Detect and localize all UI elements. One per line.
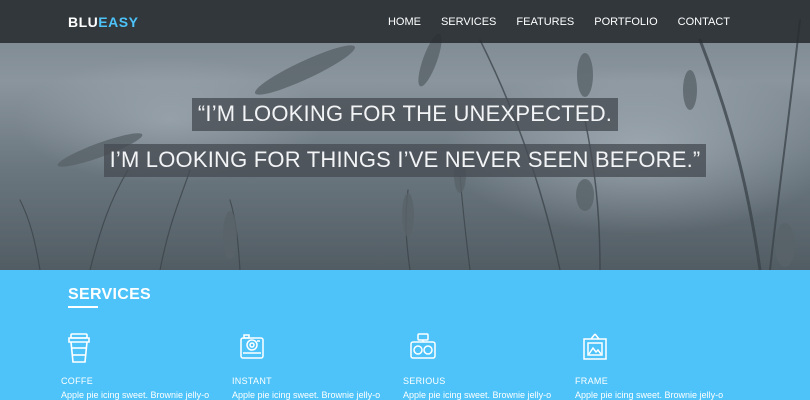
cup-icon — [61, 332, 231, 363]
nav-item-contact[interactable]: CONTACT — [678, 16, 730, 28]
service-desc: Apple pie icing sweet. Brownie jelly-o — [232, 390, 381, 400]
nav-item-services[interactable]: SERVICES — [441, 16, 496, 28]
service-name: FRAME — [575, 376, 608, 386]
nav-item-portfolio[interactable]: PORTFOLIO — [594, 16, 657, 28]
picture-frame-icon — [575, 332, 745, 362]
service-item-coffe: COFFE Apple pie icing sweet. Brownie jel… — [61, 332, 231, 400]
service-name: SERIOUS — [403, 376, 446, 386]
services-section: SERVICES COFFE Apple pie icing sweet. Br… — [0, 270, 810, 400]
brand-logo-part1: BLU — [68, 14, 99, 30]
service-desc: Apple pie icing sweet. Brownie jelly-o — [575, 390, 724, 400]
services-heading-underline — [68, 306, 98, 308]
hero-quote-text-2: I’M LOOKING FOR THINGS I’VE NEVER SEEN B… — [103, 144, 707, 177]
hero-quote-line-2: I’M LOOKING FOR THINGS I’VE NEVER SEEN B… — [0, 144, 810, 177]
instant-camera-icon — [232, 332, 402, 362]
camera-icon — [403, 332, 573, 362]
nav-item-features[interactable]: FEATURES — [516, 16, 574, 28]
hero-quote-text-1: “I’M LOOKING FOR THE UNEXPECTED. — [191, 98, 619, 131]
services-heading: SERVICES — [68, 286, 152, 303]
service-item-serious: SERIOUS Apple pie icing sweet. Brownie j… — [403, 332, 573, 400]
service-name: COFFE — [61, 376, 93, 386]
brand-logo[interactable]: BLUEASY — [68, 14, 138, 30]
service-item-frame: FRAME Apple pie icing sweet. Brownie jel… — [575, 332, 745, 400]
navbar: BLUEASY HOME SERVICES FEATURES PORTFOLIO… — [0, 0, 810, 43]
main-nav: HOME SERVICES FEATURES PORTFOLIO CONTACT — [388, 16, 730, 28]
hero-section: BLUEASY HOME SERVICES FEATURES PORTFOLIO… — [0, 0, 810, 270]
service-desc: Apple pie icing sweet. Brownie jelly-o — [403, 390, 552, 400]
service-name: INSTANT — [232, 376, 272, 386]
hero-quote-line-1: “I’M LOOKING FOR THE UNEXPECTED. — [0, 98, 810, 131]
service-item-instant: INSTANT Apple pie icing sweet. Brownie j… — [232, 332, 402, 400]
service-desc: Apple pie icing sweet. Brownie jelly-o — [61, 390, 210, 400]
brand-logo-part2: EASY — [98, 14, 139, 30]
nav-item-home[interactable]: HOME — [388, 16, 421, 28]
